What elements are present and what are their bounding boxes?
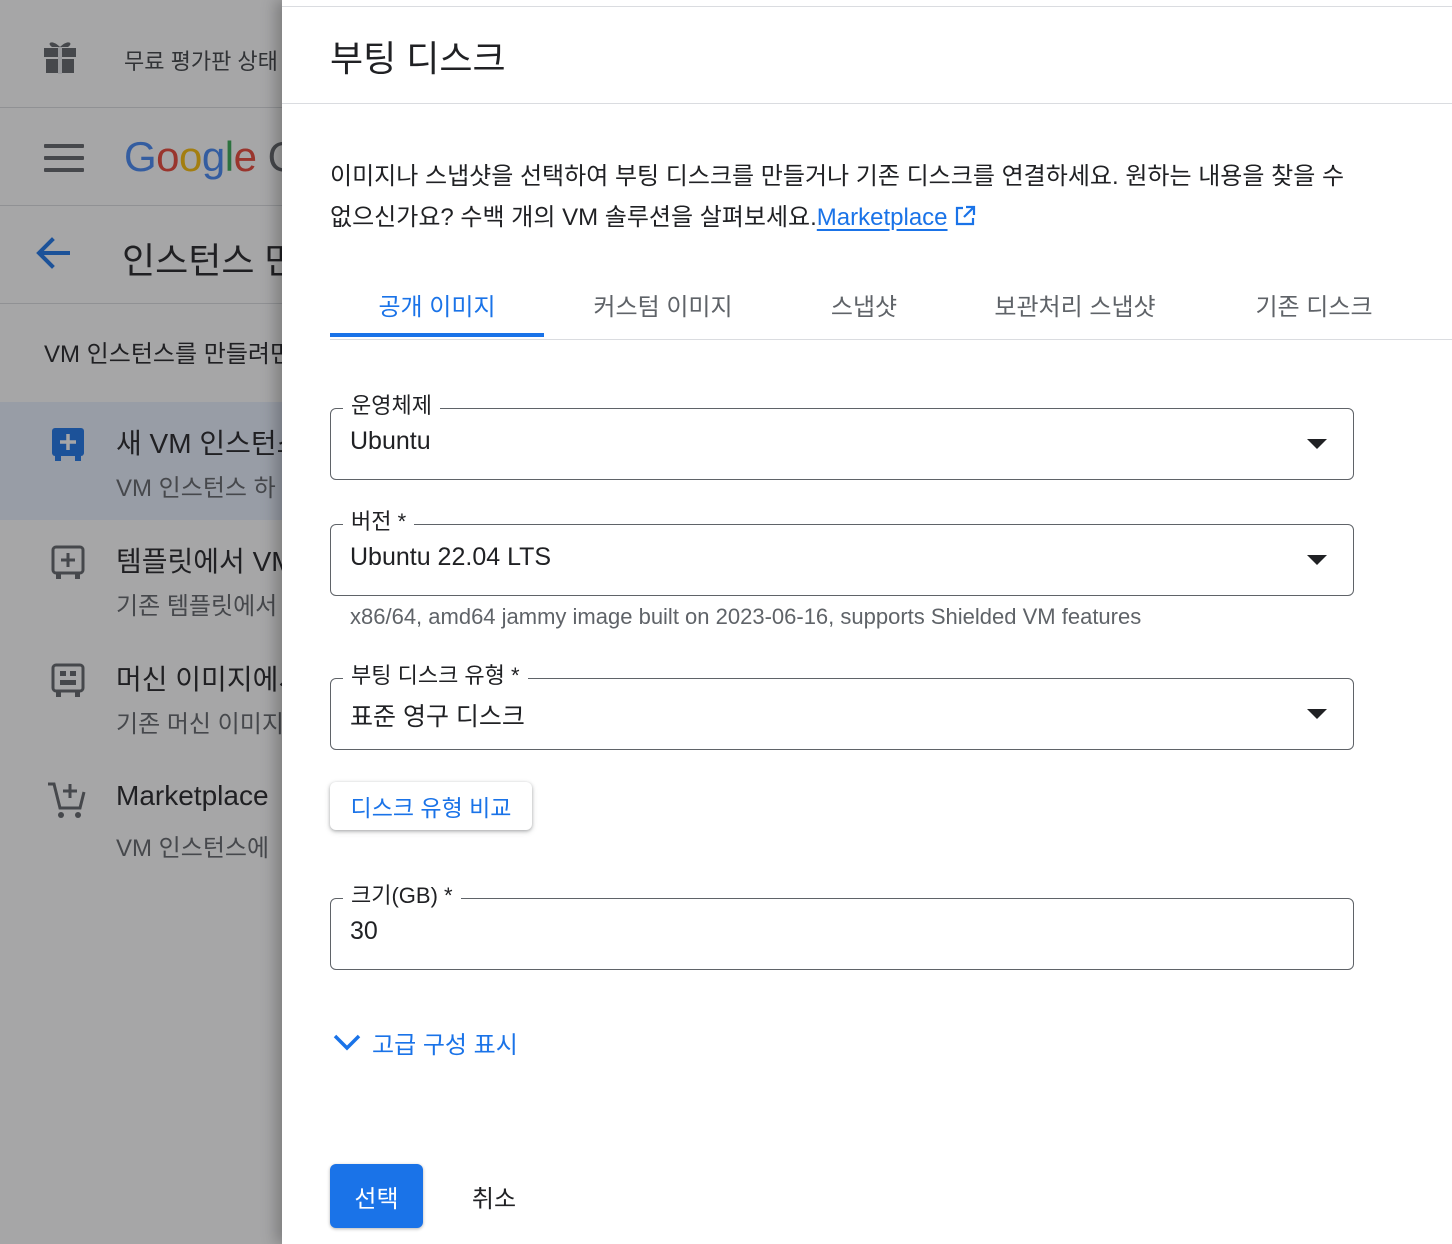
external-link-icon[interactable] — [954, 205, 976, 227]
size-label: 크기(GB) * — [343, 881, 461, 911]
panel-description: 이미지나 스냅샷을 선택하여 부팅 디스크를 만들거나 기존 디스크를 연결하세… — [330, 156, 1370, 238]
panel-top-divider — [282, 6, 1452, 7]
dropdown-arrow-icon — [1307, 709, 1327, 719]
size-input[interactable]: 크기(GB) * 30 — [330, 881, 1354, 970]
disk-type-label: 부팅 디스크 유형 * — [343, 661, 528, 691]
compare-disk-types-button[interactable]: 디스크 유형 비교 — [330, 782, 532, 830]
tab-snapshots[interactable]: 스냅샷 — [800, 268, 928, 340]
size-value[interactable]: 30 — [350, 917, 378, 946]
version-select[interactable]: 버전 * Ubuntu 22.04 LTS — [330, 507, 1354, 596]
os-value: Ubuntu — [350, 427, 431, 455]
tab-custom-images[interactable]: 커스텀 이미지 — [564, 268, 762, 340]
marketplace-link[interactable]: Marketplace — [817, 204, 948, 231]
version-hint: x86/64, amd64 jammy image built on 2023-… — [350, 604, 1142, 629]
advanced-config-label: 고급 구성 표시 — [372, 1031, 518, 1059]
image-source-tabs: 공개 이미지 커스텀 이미지 스냅샷 보관처리 스냅샷 기존 디스크 — [330, 268, 1452, 340]
dropdown-arrow-icon — [1307, 439, 1327, 449]
chevron-down-icon — [333, 1034, 361, 1051]
os-select[interactable]: 운영체제 Ubuntu — [330, 391, 1354, 480]
advanced-config-toggle[interactable]: 고급 구성 표시 — [330, 1022, 518, 1062]
active-tab-indicator — [330, 333, 544, 337]
os-label: 운영체제 — [343, 391, 440, 421]
dropdown-arrow-icon — [1307, 555, 1327, 565]
version-value: Ubuntu 22.04 LTS — [350, 543, 552, 571]
panel-title: 부팅 디스크 — [330, 38, 506, 79]
tab-public-images[interactable]: 공개 이미지 — [330, 268, 544, 340]
disk-type-value: 표준 영구 디스크 — [350, 703, 525, 731]
disk-type-select[interactable]: 부팅 디스크 유형 * 표준 영구 디스크 — [330, 661, 1354, 750]
cancel-button[interactable]: 취소 — [450, 1164, 538, 1228]
boot-disk-panel: 부팅 디스크 이미지나 스냅샷을 선택하여 부팅 디스크를 만들거나 기존 디스… — [282, 0, 1452, 1244]
tab-existing-disks[interactable]: 기존 디스크 — [1224, 268, 1404, 340]
tab-archive-snapshots[interactable]: 보관처리 스냅샷 — [970, 268, 1180, 340]
version-label: 버전 * — [343, 507, 415, 537]
title-divider — [282, 103, 1452, 104]
select-button[interactable]: 선택 — [330, 1164, 423, 1228]
